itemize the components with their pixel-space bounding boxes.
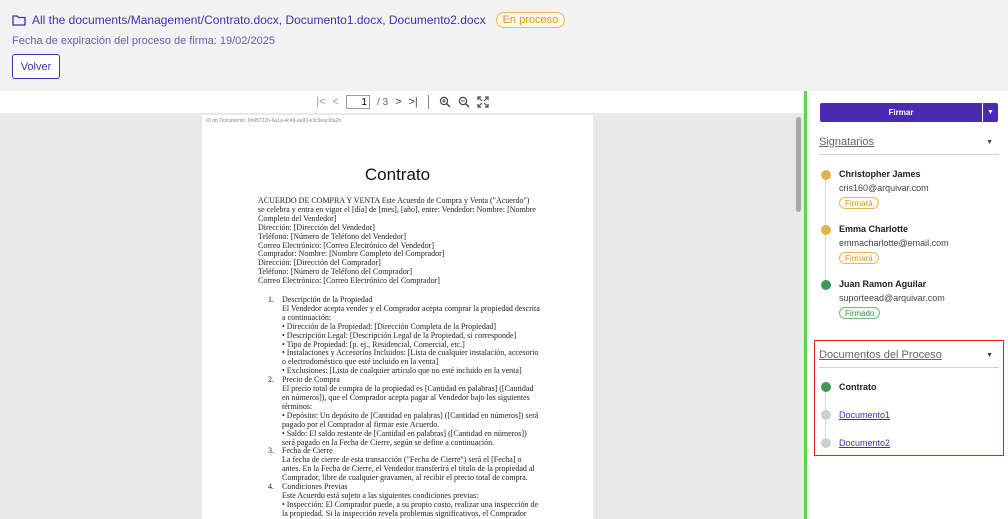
- signer-status-badge: Firmará: [839, 252, 879, 264]
- document-path-link[interactable]: All the documents/Management/Contrato.do…: [32, 13, 486, 27]
- section-line: en números]), que el Comprador acepta pa…: [282, 392, 530, 402]
- zoom-in-icon[interactable]: [439, 96, 451, 108]
- document-canvas[interactable]: ID do Documento: 9d457220-6a1a-4c49-aa93…: [0, 113, 805, 519]
- process-document-link[interactable]: Documento2: [839, 438, 890, 448]
- first-page-icon[interactable]: |<: [316, 96, 325, 108]
- documents-section-title[interactable]: Documentos del Proceso: [819, 349, 942, 361]
- signer-status-badge: Firmará: [839, 197, 879, 209]
- viewer-toolbar: |< < / 3 > >|: [0, 91, 805, 113]
- document-section: 1. Descripción de la Propiedad El Vendedor…: [268, 295, 540, 376]
- signing-panel: Firmar ▼ Signatarios ▼ Christopher James…: [807, 91, 1008, 519]
- status-badge: En proceso: [495, 12, 566, 28]
- folder-icon: [12, 15, 26, 26]
- signer-email: emmacharlotte@email.com: [839, 238, 949, 248]
- fullscreen-icon[interactable]: [477, 96, 489, 108]
- signer-name: Emma Charlotte: [839, 224, 909, 234]
- signer-status-dot: [821, 225, 831, 235]
- section-body: Fecha de Cierre La fecha de cierre de est…: [282, 447, 540, 483]
- signer-name: Christopher James: [839, 169, 921, 179]
- document-status-dot: [821, 410, 831, 420]
- signers-collapse-icon[interactable]: ▼: [986, 139, 993, 146]
- signer-name: Juan Ramon Aguilar: [839, 279, 927, 289]
- signer-status-dot: [821, 280, 831, 290]
- last-page-icon[interactable]: >|: [409, 96, 418, 108]
- previous-page-icon[interactable]: <: [333, 96, 339, 108]
- document-page: ID do Documento: 9d457220-6a1a-4c49-aa93…: [202, 115, 593, 519]
- signers-divider: [819, 154, 999, 155]
- intro-line: Correo Electrónico: [Correo Electrónico …: [258, 276, 440, 286]
- page-number-input[interactable]: [345, 95, 370, 109]
- signer-status-dot: [821, 170, 831, 180]
- document-id: ID do Documento: 9d457220-6a1a-4c49-aa93…: [206, 118, 342, 124]
- document-section: 3. Fecha de Cierre La fecha de cierre de e…: [268, 447, 540, 483]
- document-status-dot: [821, 382, 831, 392]
- document-section: 2. Precio de Compra El precio total de com…: [268, 375, 540, 447]
- section-line: la propiedad. Si la inspección revela pr…: [282, 508, 527, 518]
- documents-collapse-icon[interactable]: ▼: [986, 352, 993, 359]
- section-number: 2.: [268, 375, 274, 385]
- zoom-out-icon[interactable]: [458, 96, 470, 108]
- section-number: 1.: [268, 295, 274, 304]
- next-page-icon[interactable]: >: [395, 96, 401, 108]
- page-header: All the documents/Management/Contrato.do…: [0, 0, 1008, 91]
- page-total-text: / 3: [376, 96, 389, 108]
- signer-email: suporteead@arquivar.com: [839, 293, 945, 303]
- signer-status-badge: Firmado: [839, 307, 881, 319]
- section-body: Precio de Compra El precio total de compr…: [282, 375, 540, 447]
- section-body: Condiciones Previas Este Acuerdo está suj…: [282, 482, 540, 519]
- expiration-date-text: Fecha de expiración del proceso de firma…: [12, 35, 275, 47]
- document-status-dot: [821, 438, 831, 448]
- document-viewer: |< < / 3 > >| ID do Documento: 9d457220-…: [0, 91, 805, 519]
- section-number: 3.: [268, 446, 274, 456]
- sign-button[interactable]: Firmar: [820, 103, 982, 122]
- breadcrumb: All the documents/Management/Contrato.do…: [12, 12, 566, 28]
- documents-divider: [819, 367, 999, 368]
- section-body: Descripción de la Propiedad El Vendedor a…: [282, 295, 540, 376]
- document-sections: 1. Descripción de la Propiedad El Vendedor…: [268, 295, 540, 519]
- toolbar-divider: [427, 95, 429, 109]
- document-title: Contrato: [364, 165, 431, 184]
- caret-down-icon: ▼: [987, 109, 994, 116]
- document-section: 4. Condiciones Previas Este Acuerdo está s…: [268, 482, 540, 519]
- document-intro: ACUERDO DE COMPRA Y VENTA Este Acuerdo d…: [258, 196, 540, 286]
- back-button[interactable]: Volver: [12, 54, 60, 79]
- process-document-link[interactable]: Documento1: [839, 410, 890, 420]
- sign-options-button[interactable]: ▼: [983, 103, 998, 122]
- signer-email: cris160@arquivar.com: [839, 183, 929, 193]
- viewer-scrollbar[interactable]: [796, 117, 801, 212]
- section-number: 4.: [268, 482, 274, 492]
- signers-section-title[interactable]: Signatarios: [819, 136, 874, 148]
- process-document-link[interactable]: Contrato: [839, 382, 877, 392]
